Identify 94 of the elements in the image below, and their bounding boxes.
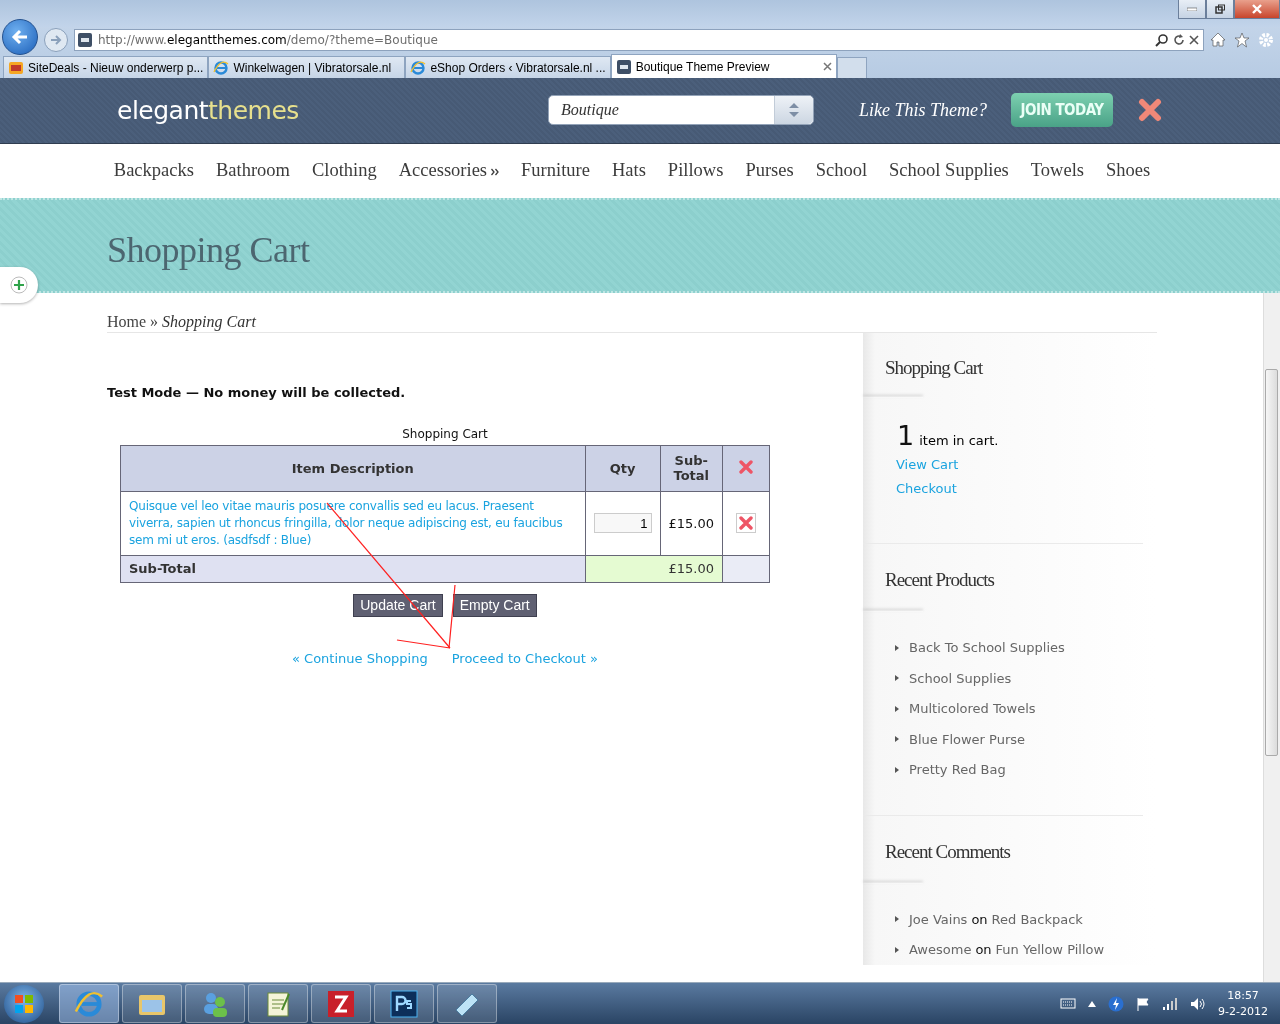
subtotal-cell: £15.00	[660, 491, 723, 556]
home-icon[interactable]	[1210, 32, 1226, 47]
browser-tab[interactable]: SiteDeals - Nieuw onderwerp p...	[3, 56, 209, 78]
column-header: Qty	[585, 445, 660, 492]
expand-tab[interactable]	[0, 266, 38, 303]
signal-bars-icon[interactable]	[1162, 997, 1179, 1010]
refresh-icon[interactable]	[1173, 33, 1185, 46]
right-arrow-icon	[50, 33, 62, 46]
widget-title: Recent Comments	[885, 840, 1012, 865]
up-down-arrows-icon	[788, 102, 800, 119]
widget-title: Recent Products	[885, 567, 996, 592]
product-link[interactable]: Pretty Red Bag	[895, 754, 1157, 786]
scrollbar-thumb[interactable]	[1265, 368, 1278, 756]
taskbar-app-button[interactable]	[122, 984, 182, 1024]
taskbar-app-button[interactable]	[437, 984, 497, 1024]
comment-on-text: on	[975, 942, 992, 958]
nav-link[interactable]: School	[815, 160, 868, 182]
product-link[interactable]: Back To School Supplies	[895, 632, 1157, 664]
nav-link[interactable]: Purses	[745, 160, 794, 182]
taskbar-app-button[interactable]	[311, 984, 371, 1024]
browser-e-icon	[74, 988, 104, 1019]
up-triangle-icon[interactable]	[1088, 1000, 1097, 1007]
speaker-icon[interactable]	[1190, 996, 1207, 1011]
cart-count-text: item in cart.	[919, 432, 999, 448]
browser-tab[interactable]: Boutique Theme Preview	[610, 54, 837, 78]
lightning-icon[interactable]	[1108, 995, 1125, 1012]
breadcrumb-separator: »	[150, 312, 159, 332]
subtotal-value: £15.00	[585, 555, 723, 583]
nav-link[interactable]: Hats	[611, 160, 646, 182]
taskbar-app-button[interactable]	[374, 984, 434, 1024]
plus-icon	[10, 275, 28, 294]
minimize-icon	[1187, 7, 1197, 11]
quantity-field[interactable]: 1	[593, 513, 652, 534]
subtotal-label: Sub-Total	[120, 555, 585, 583]
theme-select[interactable]: Boutique	[548, 95, 814, 126]
search-icon[interactable]	[1155, 32, 1169, 47]
product-link[interactable]: Blue Flower Purse	[895, 724, 1157, 755]
comment-on-text: on	[971, 911, 988, 927]
restore-icon	[1215, 4, 1225, 14]
delete-icon	[739, 459, 753, 474]
photoshop-icon	[389, 988, 419, 1019]
promo-text: Like This Theme?	[859, 99, 987, 121]
table-caption: Shopping Cart	[401, 426, 489, 441]
stop-icon[interactable]	[1189, 34, 1199, 45]
site-logo[interactable]: elegantthemes	[117, 95, 548, 125]
restore-button[interactable]	[1206, 0, 1234, 19]
nav-link[interactable]: School Supplies	[889, 160, 1009, 182]
clock-date[interactable]: 9-2-2012	[1218, 1005, 1268, 1019]
cart-count: 1	[897, 419, 915, 451]
clock-time[interactable]: 18:57	[1227, 989, 1259, 1003]
widget-title: Shopping Cart	[885, 355, 984, 380]
nav-link[interactable]: Towels	[1030, 160, 1084, 182]
product-link[interactable]: School Supplies	[895, 663, 1157, 694]
nav-link[interactable]: Backpacks	[113, 160, 194, 182]
address-field[interactable]: http://www.elegantthemes.com/demo/?theme=Boutique	[74, 28, 1204, 51]
comment-author-link[interactable]: Awesome	[909, 942, 972, 958]
browser-e-icon	[410, 59, 427, 76]
taskbar-app-button[interactable]	[59, 984, 119, 1024]
taskbar-app-button[interactable]	[185, 984, 245, 1024]
site-favicon-icon	[8, 59, 24, 76]
browser-tab[interactable]: eShop Orders ‹ Vibratorsale.nl ...	[405, 56, 611, 78]
nav-link[interactable]: Furniture	[521, 160, 590, 182]
filezilla-icon	[326, 988, 356, 1019]
close-icon	[1251, 4, 1263, 14]
cart-button[interactable]: Empty Cart	[452, 593, 537, 617]
windows-logo-icon	[14, 993, 34, 1014]
site-favicon-icon	[615, 58, 632, 75]
flag-icon[interactable]	[1136, 996, 1151, 1011]
column-header: Item Description	[120, 445, 585, 492]
site-favicon-icon	[77, 31, 93, 48]
nav-link[interactable]: Clothing	[311, 160, 377, 182]
page-title: Shopping Cart	[106, 228, 311, 271]
breadcrumb-current: Shopping Cart	[162, 312, 256, 332]
comment-post-link[interactable]: Red Backpack	[991, 911, 1083, 927]
browser-e-icon	[213, 59, 230, 76]
start-button[interactable]	[4, 984, 44, 1023]
breadcrumb-link[interactable]: Home	[107, 312, 147, 332]
column-header: Sub-Total	[660, 445, 723, 492]
comment-post-link[interactable]: Fun Yellow Pillow	[995, 942, 1105, 958]
close-tab-icon[interactable]	[822, 62, 832, 71]
product-link[interactable]: Multicolored Towels	[895, 693, 1157, 725]
nav-link[interactable]: Accessories	[398, 160, 488, 182]
close-window-button[interactable]	[1234, 0, 1280, 19]
nav-link[interactable]: Shoes	[1106, 160, 1151, 182]
left-arrow-icon	[11, 28, 29, 45]
nav-link[interactable]: Pillows	[667, 160, 724, 182]
test-mode-notice: Test Mode — No money will be collected.	[107, 384, 407, 400]
nav-link[interactable]: Bathroom	[215, 160, 290, 182]
taskbar-app-button[interactable]	[248, 984, 308, 1024]
star-icon[interactable]	[1234, 31, 1250, 48]
keyboard-icon[interactable]	[1060, 998, 1077, 1010]
browser-tab[interactable]: Winkelwagen | Vibratorsale.nl	[208, 56, 406, 78]
comment-author-link[interactable]: Joe Vains	[909, 911, 968, 927]
close-icon[interactable]	[1138, 98, 1162, 123]
